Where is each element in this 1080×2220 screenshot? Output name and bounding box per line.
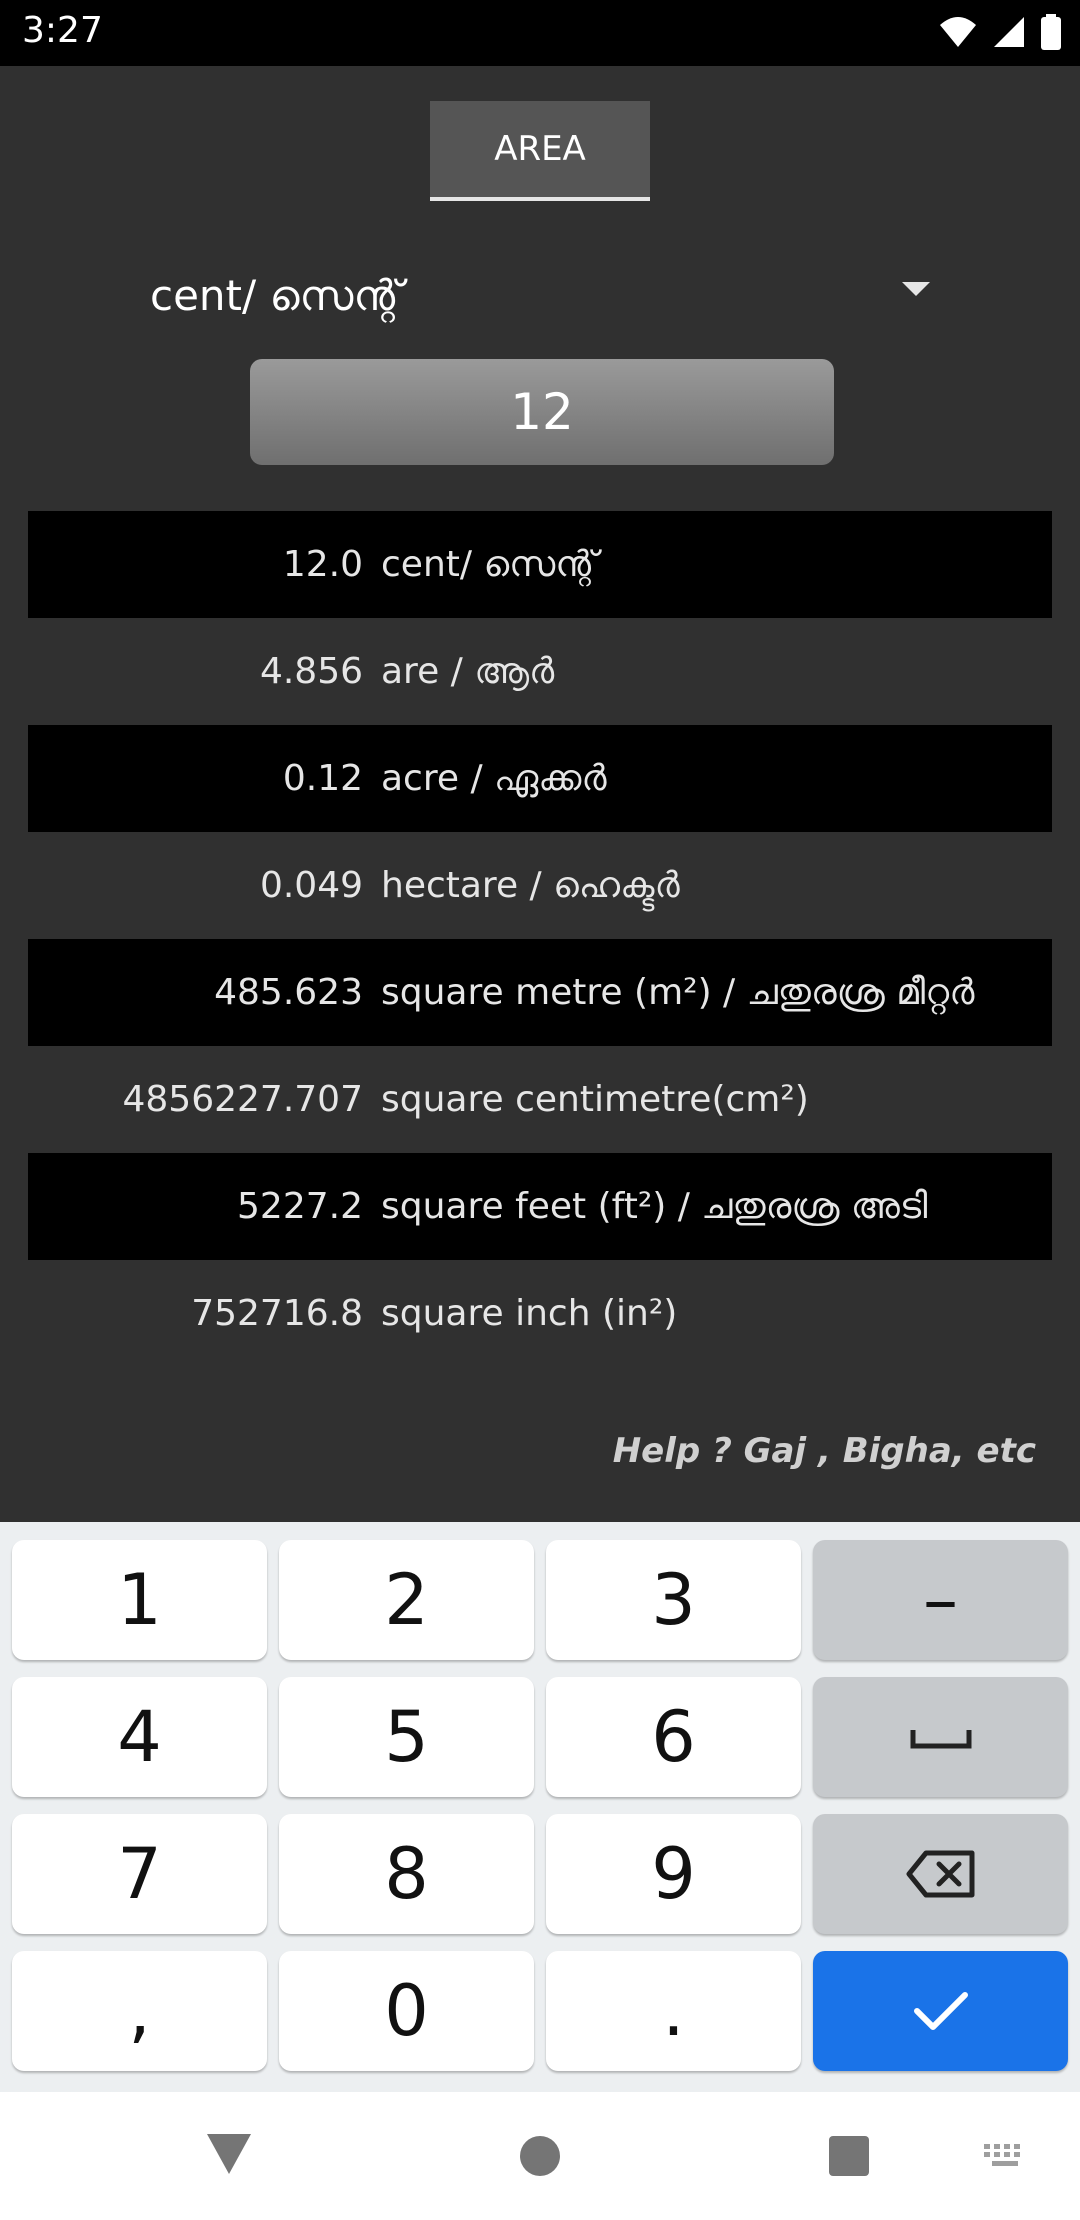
key-8[interactable]: 8	[279, 1814, 534, 1934]
wifi-icon	[940, 17, 976, 47]
result-value: 752716.8	[191, 1293, 363, 1334]
result-value: 485.623	[214, 972, 363, 1013]
key-1[interactable]: 1	[12, 1540, 267, 1660]
key-3[interactable]: 3	[546, 1540, 801, 1660]
navigation-bar	[0, 2092, 1080, 2220]
result-unit: square centimetre(cm²)	[381, 1079, 809, 1120]
numeric-keyboard: 1 2 3 – 4 5 6 7 8 9 , 0 .	[0, 1522, 1080, 2092]
result-row-are: 4.856 are / ആർ	[28, 618, 1052, 725]
result-unit: cent/ സെന്റ്	[381, 543, 598, 585]
result-row-square-feet: 5227.2 square feet (ft²) / ചതുരശ്ര അടി	[28, 1153, 1052, 1260]
tab-area[interactable]: AREA	[430, 101, 650, 201]
result-row-acre: 0.12 acre / ഏക്കർ	[28, 725, 1052, 832]
result-row-square-centimetre: 4856227.707 square centimetre(cm²)	[28, 1046, 1052, 1153]
key-backspace[interactable]	[813, 1814, 1068, 1934]
key-7[interactable]: 7	[12, 1814, 267, 1934]
home-icon[interactable]	[518, 2134, 562, 2178]
back-icon[interactable]	[205, 2132, 253, 2176]
status-icons	[938, 14, 1062, 50]
key-5[interactable]: 5	[279, 1677, 534, 1797]
result-unit: square feet (ft²) / ചതുരശ്ര അടി	[381, 1185, 928, 1227]
key-minus[interactable]: –	[813, 1540, 1068, 1660]
result-unit: square metre (m²) / ചതുരശ്ര മീറ്റർ	[381, 971, 975, 1013]
help-link[interactable]: Help ? Gaj , Bigha, etc	[613, 1431, 1036, 1471]
result-row-cent: 12.0 cent/ സെന്റ്	[28, 511, 1052, 618]
unit-dropdown-value: cent/ സെന്റ്	[150, 271, 403, 320]
result-value: 0.049	[259, 865, 363, 906]
key-space[interactable]	[813, 1677, 1068, 1797]
result-value: 0.12	[282, 758, 363, 799]
dropdown-arrow-icon	[902, 282, 930, 296]
result-value: 12.0	[282, 544, 363, 585]
tab-area-label: AREA	[494, 129, 586, 169]
result-unit: acre / ഏക്കർ	[381, 757, 607, 799]
result-row-hectare: 0.049 hectare / ഹെക്ടർ	[28, 832, 1052, 939]
backspace-icon	[906, 1850, 974, 1898]
keyboard-switch-icon[interactable]	[982, 2142, 1028, 2170]
result-unit: square inch (in²)	[381, 1293, 678, 1334]
result-value: 5227.2	[237, 1186, 363, 1227]
status-bar: 3:27	[0, 0, 1080, 66]
main-content: AREA cent/ സെന്റ് 12.0 cent/ സെന്റ് 4.85…	[0, 66, 1080, 1522]
battery-icon	[1041, 14, 1061, 50]
space-icon	[910, 1730, 971, 1749]
signal-icon	[994, 17, 1024, 47]
result-unit: hectare / ഹെക്ടർ	[381, 864, 680, 906]
key-comma[interactable]: ,	[12, 1951, 267, 2071]
result-unit: are / ആർ	[381, 650, 555, 692]
key-4[interactable]: 4	[12, 1677, 267, 1797]
unit-dropdown[interactable]: cent/ സെന്റ്	[150, 246, 930, 346]
key-dot[interactable]: .	[546, 1951, 801, 2071]
checkmark-icon	[913, 1992, 968, 2030]
key-0[interactable]: 0	[279, 1951, 534, 2071]
key-done[interactable]	[813, 1951, 1068, 2071]
key-9[interactable]: 9	[546, 1814, 801, 1934]
value-input[interactable]	[250, 359, 834, 465]
result-value: 4856227.707	[122, 1079, 364, 1120]
key-2[interactable]: 2	[279, 1540, 534, 1660]
result-row-square-metre: 485.623 square metre (m²) / ചതുരശ്ര മീറ്…	[28, 939, 1052, 1046]
key-6[interactable]: 6	[546, 1677, 801, 1797]
results-list: 12.0 cent/ സെന്റ് 4.856 are / ആർ 0.12 ac…	[28, 511, 1052, 1367]
result-value: 4.856	[259, 651, 363, 692]
status-time: 3:27	[22, 10, 103, 51]
recents-icon[interactable]	[827, 2134, 871, 2178]
result-row-square-inch: 752716.8 square inch (in²)	[28, 1260, 1052, 1367]
